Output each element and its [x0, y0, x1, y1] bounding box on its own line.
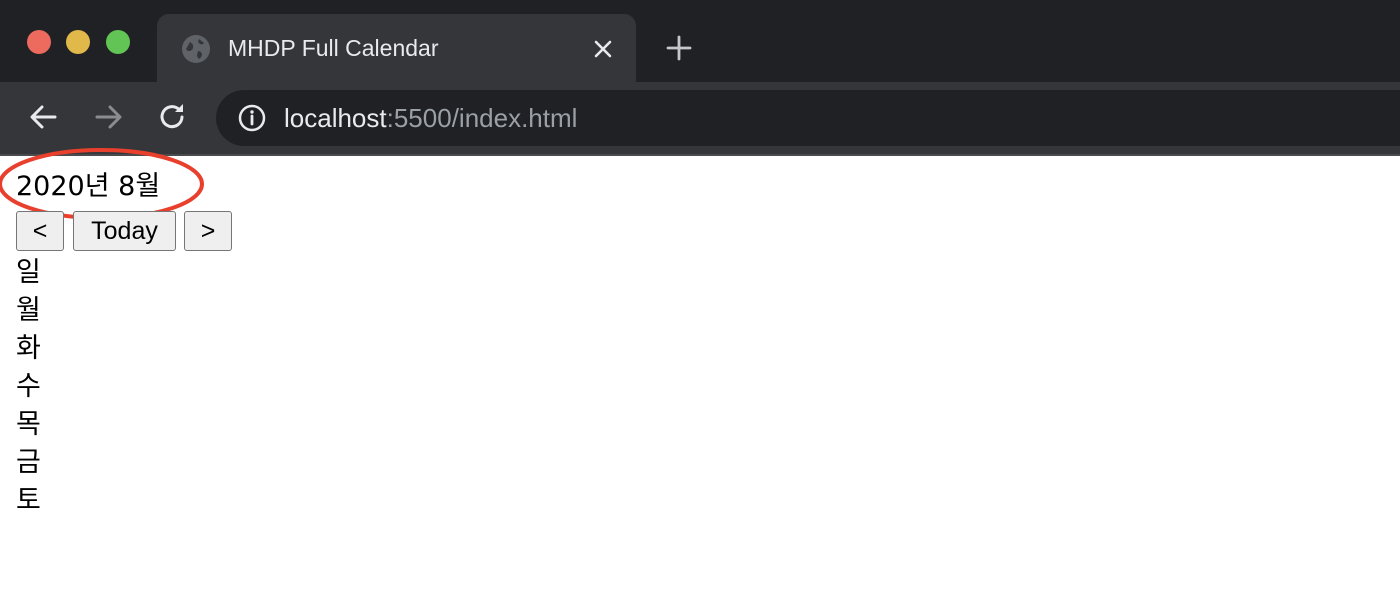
weekday-saturday: 토 [16, 485, 41, 516]
today-button[interactable]: Today [73, 211, 176, 251]
url-path: :5500/index.html [386, 103, 578, 133]
info-icon[interactable] [238, 104, 266, 132]
weekday-list: 일 월 화 수 목 금 토 [16, 254, 41, 520]
prev-month-button[interactable]: < [16, 211, 64, 251]
zoom-window-button[interactable] [106, 30, 130, 54]
globe-icon [182, 35, 210, 63]
browser-toolbar: localhost:5500/index.html [0, 82, 1400, 154]
browser-tab-strip: MHDP Full Calendar [0, 0, 1400, 82]
url-text[interactable]: localhost:5500/index.html [284, 103, 577, 133]
minimize-window-button[interactable] [66, 30, 90, 54]
forward-arrow-icon[interactable] [91, 100, 125, 134]
url-host: localhost [284, 103, 387, 133]
back-arrow-icon[interactable] [27, 100, 61, 134]
weekday-tuesday: 화 [16, 333, 41, 364]
calendar-month-title: 2020년 8월 [16, 171, 161, 202]
browser-tab-active[interactable]: MHDP Full Calendar [157, 14, 636, 82]
close-icon[interactable] [590, 36, 616, 62]
weekday-thursday: 목 [16, 409, 41, 440]
next-month-button[interactable]: > [184, 211, 232, 251]
address-bar[interactable]: localhost:5500/index.html [216, 90, 1400, 146]
weekday-wednesday: 수 [16, 371, 41, 402]
close-window-button[interactable] [27, 30, 51, 54]
tab-title: MHDP Full Calendar [228, 35, 439, 61]
plus-icon[interactable] [664, 33, 694, 63]
weekday-sunday: 일 [16, 257, 41, 288]
reload-icon[interactable] [155, 100, 189, 134]
weekday-friday: 금 [16, 447, 41, 478]
page-content: 2020년 8월 < Today > 일 월 화 수 목 금 토 [0, 148, 1400, 600]
weekday-monday: 월 [16, 295, 41, 326]
